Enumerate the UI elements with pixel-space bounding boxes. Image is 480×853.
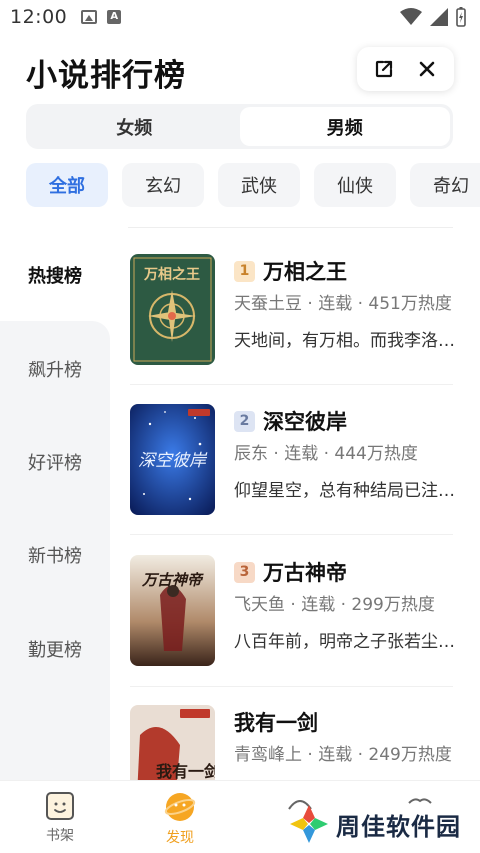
list-divider [130,534,453,535]
book-meta: 青鸾峰上 · 连载 · 249万热度 [234,745,452,765]
rank-badge: 3 [234,561,255,583]
svg-text:万古神帝: 万古神帝 [141,571,204,589]
close-button[interactable] [409,51,445,87]
tab-female[interactable]: 女频 [29,107,240,146]
gender-tabs: 女频 男频 [26,104,453,149]
page-title: 小说排行榜 [26,58,186,94]
book-title: 万相之王 [263,260,347,284]
book-item-2[interactable]: 深空彼岸 2 深空彼岸 辰东 · 连载 · 444万热度 仰望星空，总有种结局已… [130,404,456,524]
book-description: 仰望星空，总有种结局已注定的孤独感…… [234,481,456,501]
rank-new-books[interactable]: 新书榜 [28,542,82,568]
book-title: 深空彼岸 [263,410,347,434]
chip-wuxia[interactable]: 武侠 [218,163,300,207]
chip-xianxia[interactable]: 仙侠 [314,163,396,207]
chip-qihuan[interactable]: 奇幻 [410,163,480,207]
book-cover: 我有一剑 [130,705,215,780]
rank-badge: 1 [234,260,255,282]
discover-icon [164,793,196,821]
share-button[interactable] [366,51,402,87]
book-cover: 万古神帝 [130,555,215,666]
external-link-icon [376,60,393,78]
gallery-notification-icon [81,10,98,24]
list-divider [130,384,453,385]
book-cover: 万相之王 [130,254,215,365]
wifi-icon [400,8,422,25]
book-title: 万古神帝 [263,561,347,585]
close-icon [419,61,435,77]
nav-bookshelf[interactable]: 书架 [0,781,120,853]
rank-frequent-update[interactable]: 勤更榜 [28,636,82,662]
genre-chips: 全部 玄幻 武侠 仙侠 奇幻 [26,163,480,207]
rank-top-rated[interactable]: 好评榜 [28,449,82,475]
rank-hot-search[interactable]: 热搜榜 [28,262,82,288]
app-notification-icon: A [107,10,122,24]
header-actions [357,47,454,91]
book-meta: 天蚕土豆 · 连载 · 451万热度 [234,294,452,314]
status-time: 12:00 [10,6,68,28]
watermark-logo-icon [290,805,328,843]
book-meta: 飞天鱼 · 连载 · 299万热度 [234,595,435,615]
status-bar: 12:00 A [0,0,480,34]
divider [128,227,453,228]
svg-text:万相之王: 万相之王 [143,266,200,283]
battery-icon [456,7,466,27]
rank-rising[interactable]: 飙升榜 [28,356,82,382]
book-item-4[interactable]: 我有一剑 我有一剑 青鸾峰上 · 连载 · 249万热度 [130,705,453,780]
tab-male[interactable]: 男频 [239,107,450,146]
nav-discover[interactable]: 发现 [120,781,240,853]
book-meta: 辰东 · 连载 · 444万热度 [234,444,418,464]
watermark-text: 周佳软件园 [336,812,461,841]
bookshelf-icon [46,792,74,820]
nav-label: 书架 [46,828,74,844]
list-divider [130,686,453,687]
book-item-3[interactable]: 万古神帝 3 万古神帝 飞天鱼 · 连载 · 299万热度 八百年前，明帝之子张… [130,555,456,675]
watermark: 周佳软件园 [288,803,461,845]
chip-all[interactable]: 全部 [26,163,108,207]
chip-xuanhuan[interactable]: 玄幻 [122,163,204,207]
svg-text:我有一剑: 我有一剑 [156,762,215,780]
signal-icon [430,8,448,26]
rank-badge: 2 [234,410,255,432]
nav-label: 发现 [166,830,194,846]
book-description: 天地间，有万相。而我李洛，终将成为这万相之王…… [234,331,456,351]
book-description: 八百年前，明帝之子张若尘，被他的未婚妻…… [234,632,456,652]
book-title: 我有一剑 [234,711,318,735]
svg-text:深空彼岸: 深空彼岸 [138,451,208,471]
book-item-1[interactable]: 万相之王 1 万相之王 天蚕土豆 · 连载 · 451万热度 天地间，有万相。而… [130,254,456,374]
book-cover: 深空彼岸 [130,404,215,515]
